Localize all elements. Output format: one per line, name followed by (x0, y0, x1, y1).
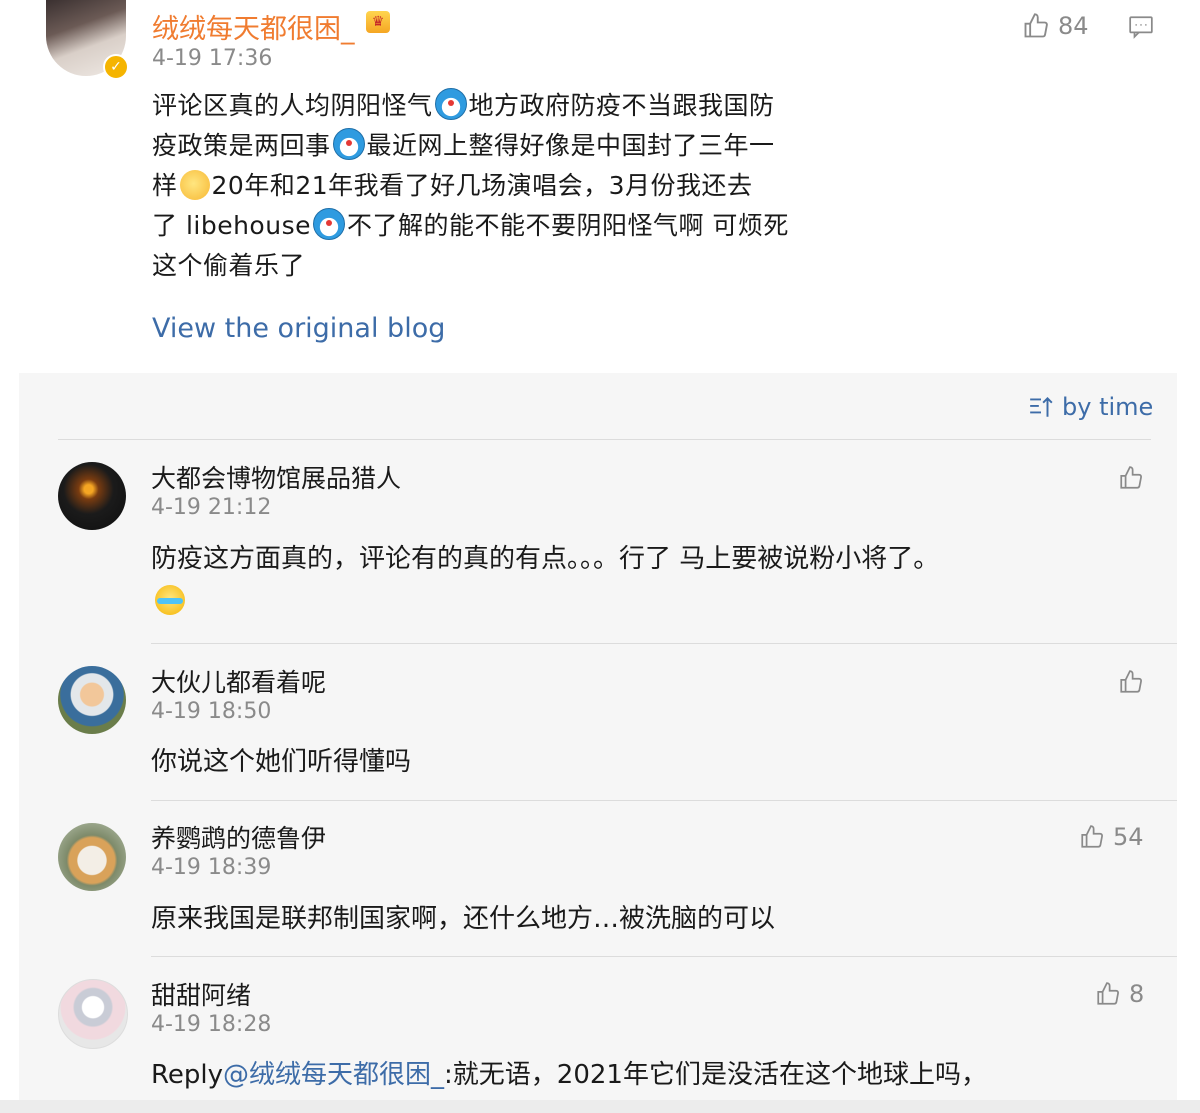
comment-like-button[interactable] (1118, 465, 1144, 495)
reply-mention-link[interactable]: @绒绒每天都很困_ (223, 1060, 444, 1090)
commenter-avatar[interactable] (58, 979, 128, 1049)
sort-icon (1030, 396, 1053, 417)
commenter-name[interactable]: 大都会博物馆展品猎人 (151, 459, 401, 495)
post-time: 4-19 17:36 (152, 46, 273, 71)
comment-time: 4-19 18:50 (151, 699, 272, 724)
comment-time: 4-19 18:39 (151, 855, 272, 880)
thumbs-up-icon (1120, 466, 1142, 489)
commenter-avatar[interactable] (58, 462, 126, 530)
comment-like-count: 54 (1113, 823, 1144, 851)
thumbs-up-icon (1024, 13, 1048, 38)
divider (151, 956, 1177, 957)
verified-badge-icon: ✓ (103, 54, 129, 80)
reply-text: :就无语，2021年它们是没活在这个地球上吗， (444, 1060, 987, 1090)
thumbs-up-icon (1120, 670, 1142, 693)
comment-time: 4-19 18:28 (151, 1012, 272, 1037)
comment-text: 原来我国是联邦制国家啊，还什么地方…被洗脑的可以 (151, 904, 776, 934)
comment-like-button[interactable]: 54 (1079, 823, 1144, 851)
post-like-button[interactable]: 84 (1022, 12, 1089, 40)
divider (58, 439, 1151, 440)
comment-like-button[interactable]: 8 (1095, 980, 1144, 1008)
post-author-name[interactable]: 绒绒每天都很困_ (152, 7, 355, 46)
reply-prefix: Reply (151, 1060, 224, 1090)
thumbs-up-icon (1097, 982, 1119, 1005)
post-like-count: 84 (1058, 12, 1089, 40)
doraemon-emoji-icon (332, 128, 365, 160)
doraemon-emoji-icon (434, 88, 467, 120)
commenter-avatar[interactable] (58, 666, 126, 734)
commenter-name[interactable]: 大伙儿都看着呢 (151, 663, 326, 699)
sun-emoji-icon (179, 170, 210, 200)
view-original-blog-link[interactable]: View the original blog (152, 313, 445, 344)
sort-by-time-button[interactable]: by time (1028, 393, 1153, 421)
crown-icon: ♛ (366, 11, 390, 33)
divider (151, 800, 1177, 801)
comment-icon[interactable] (1128, 14, 1154, 44)
thumbs-up-icon (1081, 825, 1103, 848)
commenter-name[interactable]: 甜甜阿绪 (151, 976, 251, 1012)
comment-like-button[interactable] (1118, 669, 1144, 699)
post-text: 评论区真的人均阴阳怪气 地方政府防疫不当跟我国防 疫政策是两回事 最近网上整得好像是… (152, 86, 872, 286)
comment-like-count: 8 (1129, 980, 1145, 1008)
comment-text: 防疫这方面真的，评论有的真的有点。。。行了 马上要被说粉小将了。 (151, 544, 940, 574)
comment-text: Reply@绒绒每天都很困_:就无语，2021年它们是没活在这个地球上吗， (151, 1054, 987, 1091)
comment-time: 4-19 21:12 (151, 495, 272, 520)
bottom-bar (0, 1100, 1200, 1113)
comment-text: 你说这个她们听得懂吗 (151, 747, 412, 777)
divider (151, 643, 1177, 644)
laughing-emoji-icon (153, 585, 187, 615)
doraemon-emoji-icon (312, 208, 345, 240)
sort-label: by time (1062, 393, 1154, 421)
commenter-avatar[interactable] (58, 823, 126, 891)
commenter-name[interactable]: 养鹦鹉的德鲁伊 (151, 819, 326, 855)
